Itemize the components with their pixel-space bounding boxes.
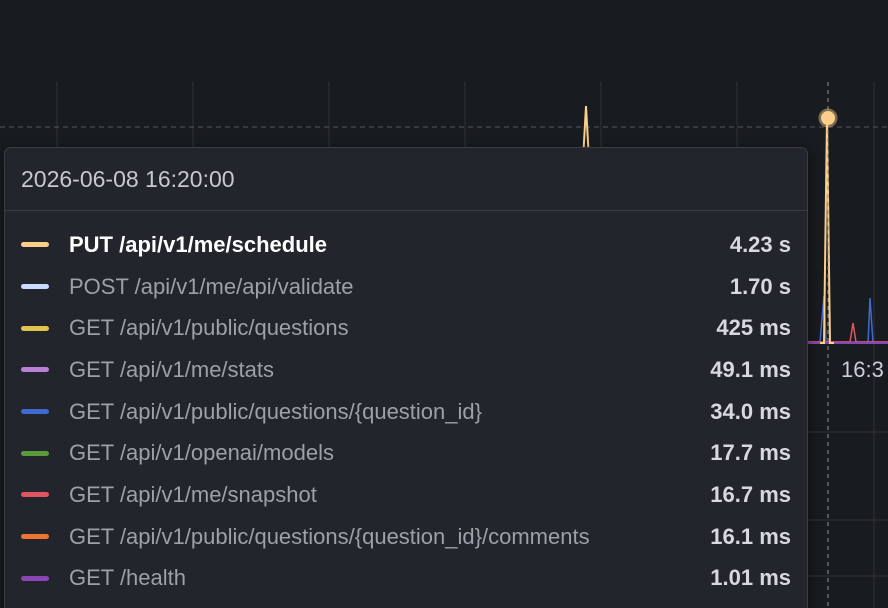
series-value: 16.7 ms: [710, 481, 791, 507]
tooltip-row: PUT /api/v1/me/schedule 4.23 s: [5, 224, 807, 266]
series-name: GET /api/v1/public/questions/{question_i…: [69, 398, 482, 424]
series-line: [806, 297, 888, 344]
series-color-swatch: [21, 575, 49, 581]
tooltip-row: POST /api/v1/me/api/validate 1.70 s: [5, 266, 807, 308]
x-axis-tick-label: 16:3: [841, 357, 884, 382]
series-name: GET /api/v1/openai/models: [69, 440, 334, 466]
hover-point: [818, 108, 838, 128]
tooltip-timestamp: 2026-06-08 16:20:00: [5, 148, 807, 211]
series-name: GET /api/v1/public/questions/{question_i…: [69, 523, 590, 549]
series-value: 49.1 ms: [710, 356, 791, 382]
graph-panel[interactable]: 16:3 2026-06-08 16:20:00 PUT /api/v1/me/…: [0, 0, 888, 608]
series-color-swatch: [21, 492, 49, 498]
series-color-swatch: [21, 367, 49, 373]
tooltip-row: GET /api/v1/me/snapshot 16.7 ms: [5, 474, 807, 516]
tooltip-row: GET /api/v1/public/questions/{question_i…: [5, 391, 807, 433]
series-color-swatch: [21, 534, 49, 540]
series-name: POST /api/v1/me/api/validate: [69, 273, 354, 299]
tooltip-row: GET /api/v1/public/questions 425 ms: [5, 307, 807, 349]
series-color-swatch: [21, 242, 49, 248]
tooltip-row: GET /api/v1/public/questions/{question_i…: [5, 516, 807, 558]
series-name: GET /health: [69, 565, 186, 591]
tooltip-series-list: PUT /api/v1/me/schedule 4.23 s POST /api/v…: [5, 211, 807, 599]
series-name: PUT /api/v1/me/schedule: [69, 231, 327, 257]
series-name: GET /api/v1/public/questions: [69, 315, 349, 341]
series-value: 34.0 ms: [710, 398, 791, 424]
series-value: 1.70 s: [729, 273, 791, 299]
series-color-swatch: [21, 325, 49, 331]
series-color-swatch: [21, 450, 49, 456]
tooltip-row: GET /health 1.01 ms: [5, 558, 807, 600]
series-color-swatch: [21, 409, 49, 415]
series-name: GET /api/v1/me/stats: [69, 356, 275, 382]
series-line: [806, 295, 888, 343]
series-value: 425 ms: [716, 315, 791, 341]
series-value: 4.23 s: [729, 231, 791, 257]
series-color-swatch: [21, 284, 49, 290]
series-value: 16.1 ms: [710, 523, 791, 549]
series-value: 17.7 ms: [710, 440, 791, 466]
tooltip: 2026-06-08 16:20:00 PUT /api/v1/me/sched…: [4, 147, 808, 608]
series-name: GET /api/v1/me/snapshot: [69, 481, 317, 507]
tooltip-row: GET /api/v1/me/stats 49.1 ms: [5, 349, 807, 391]
series-line: [806, 322, 888, 343]
series-value: 1.01 ms: [710, 565, 791, 591]
tooltip-row: GET /api/v1/openai/models 17.7 ms: [5, 432, 807, 474]
